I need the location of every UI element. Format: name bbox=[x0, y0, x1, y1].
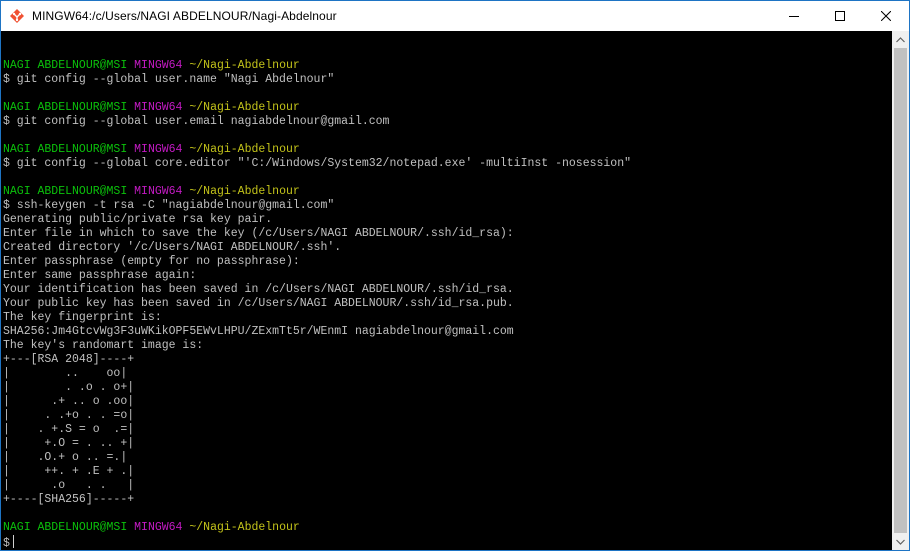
prompt-user-host: NAGI ABDELNOUR@MSI bbox=[3, 101, 128, 114]
terminal-prompt-line: NAGI ABDELNOUR@MSI MINGW64 ~/Nagi-Abdeln… bbox=[3, 143, 892, 157]
terminal-output-line: | . +.S = o .=| bbox=[3, 423, 135, 436]
prompt-shell-name: MINGW64 bbox=[134, 521, 183, 534]
terminal-output-line: | . .+o . . =o| bbox=[3, 409, 135, 422]
terminal-output-line: Your identification has been saved in /c… bbox=[3, 283, 514, 296]
text-cursor bbox=[12, 535, 14, 548]
prompt-path: ~/Nagi-Abdelnour bbox=[189, 143, 300, 156]
prompt-user-host: NAGI ABDELNOUR@MSI bbox=[3, 143, 128, 156]
terminal-output-line: | .. oo| bbox=[3, 367, 128, 380]
terminal-prompt-line: NAGI ABDELNOUR@MSI MINGW64 ~/Nagi-Abdeln… bbox=[3, 521, 892, 535]
prompt-shell-name: MINGW64 bbox=[134, 101, 183, 114]
terminal-output[interactable]: NAGI ABDELNOUR@MSI MINGW64 ~/Nagi-Abdeln… bbox=[1, 31, 892, 550]
prompt-path: ~/Nagi-Abdelnour bbox=[189, 101, 300, 114]
prompt-user-host: NAGI ABDELNOUR@MSI bbox=[3, 59, 128, 72]
title-bar[interactable]: MINGW64:/c/Users/NAGI ABDELNOUR/Nagi-Abd… bbox=[1, 1, 909, 31]
terminal-window: MINGW64:/c/Users/NAGI ABDELNOUR/Nagi-Abd… bbox=[0, 0, 910, 551]
terminal-prompt-line: NAGI ABDELNOUR@MSI MINGW64 ~/Nagi-Abdeln… bbox=[3, 185, 892, 199]
git-bash-icon bbox=[9, 8, 25, 24]
window-title: MINGW64:/c/Users/NAGI ABDELNOUR/Nagi-Abd… bbox=[32, 9, 337, 23]
prompt-path: ~/Nagi-Abdelnour bbox=[189, 59, 300, 72]
terminal-output-line: | ++. + .E + .| bbox=[3, 465, 135, 478]
terminal-output-line: $ git config --global user.email nagiabd… bbox=[3, 115, 390, 128]
scroll-up-arrow-icon[interactable] bbox=[892, 31, 909, 48]
prompt-shell-name: MINGW64 bbox=[134, 185, 183, 198]
vertical-scrollbar[interactable] bbox=[892, 31, 909, 550]
terminal-output-line: Created directory '/c/Users/NAGI ABDELNO… bbox=[3, 241, 342, 254]
window-controls bbox=[771, 1, 909, 31]
prompt-path: ~/Nagi-Abdelnour bbox=[189, 185, 300, 198]
terminal-output-line: | . .o . o+| bbox=[3, 381, 135, 394]
maximize-icon bbox=[835, 11, 845, 21]
terminal-output-line: | +.O = . .. +| bbox=[3, 437, 135, 450]
terminal-input-line[interactable]: $ bbox=[3, 535, 892, 550]
prompt-path: ~/Nagi-Abdelnour bbox=[189, 521, 300, 534]
prompt-symbol: $ bbox=[3, 537, 10, 550]
prompt-shell-name: MINGW64 bbox=[134, 143, 183, 156]
prompt-shell-name: MINGW64 bbox=[134, 59, 183, 72]
terminal-output-line: $ git config --global user.name "Nagi Ab… bbox=[3, 73, 335, 86]
minimize-button[interactable] bbox=[771, 1, 817, 31]
scroll-thumb[interactable] bbox=[894, 48, 907, 533]
minimize-icon bbox=[789, 16, 799, 17]
maximize-button[interactable] bbox=[817, 1, 863, 31]
prompt-user-host: NAGI ABDELNOUR@MSI bbox=[3, 521, 128, 534]
scroll-down-arrow-icon[interactable] bbox=[892, 533, 909, 550]
terminal-output-line: Enter same passphrase again: bbox=[3, 269, 197, 282]
terminal-output-line: The key's randomart image is: bbox=[3, 339, 204, 352]
terminal-output-line: | .o . . | bbox=[3, 479, 135, 492]
terminal-output-line: | .O.+ o .. =.| bbox=[3, 451, 128, 464]
close-icon bbox=[881, 11, 891, 21]
terminal-prompt-line: NAGI ABDELNOUR@MSI MINGW64 ~/Nagi-Abdeln… bbox=[3, 59, 892, 73]
terminal-output-line: +---[RSA 2048]----+ bbox=[3, 353, 135, 366]
close-button[interactable] bbox=[863, 1, 909, 31]
terminal-output-line: SHA256:Jm4GtcvWg3F3uWKikOPF5EWvLHPU/ZExm… bbox=[3, 325, 514, 338]
terminal-prompt-line: NAGI ABDELNOUR@MSI MINGW64 ~/Nagi-Abdeln… bbox=[3, 101, 892, 115]
terminal-output-line: Your public key has been saved in /c/Use… bbox=[3, 297, 514, 310]
terminal-output-line: Generating public/private rsa key pair. bbox=[3, 213, 273, 226]
terminal-output-line: $ git config --global core.editor "'C:/W… bbox=[3, 157, 632, 170]
terminal-output-line: | .+ .. o .oo| bbox=[3, 395, 135, 408]
prompt-user-host: NAGI ABDELNOUR@MSI bbox=[3, 185, 128, 198]
terminal-output-line: Enter passphrase (empty for no passphras… bbox=[3, 255, 300, 268]
terminal-output-line: $ ssh-keygen -t rsa -C "nagiabdelnour@gm… bbox=[3, 199, 335, 212]
terminal-output-line: +----[SHA256]-----+ bbox=[3, 493, 135, 506]
terminal-output-line: The key fingerprint is: bbox=[3, 311, 162, 324]
terminal-output-line: Enter file in which to save the key (/c/… bbox=[3, 227, 514, 240]
